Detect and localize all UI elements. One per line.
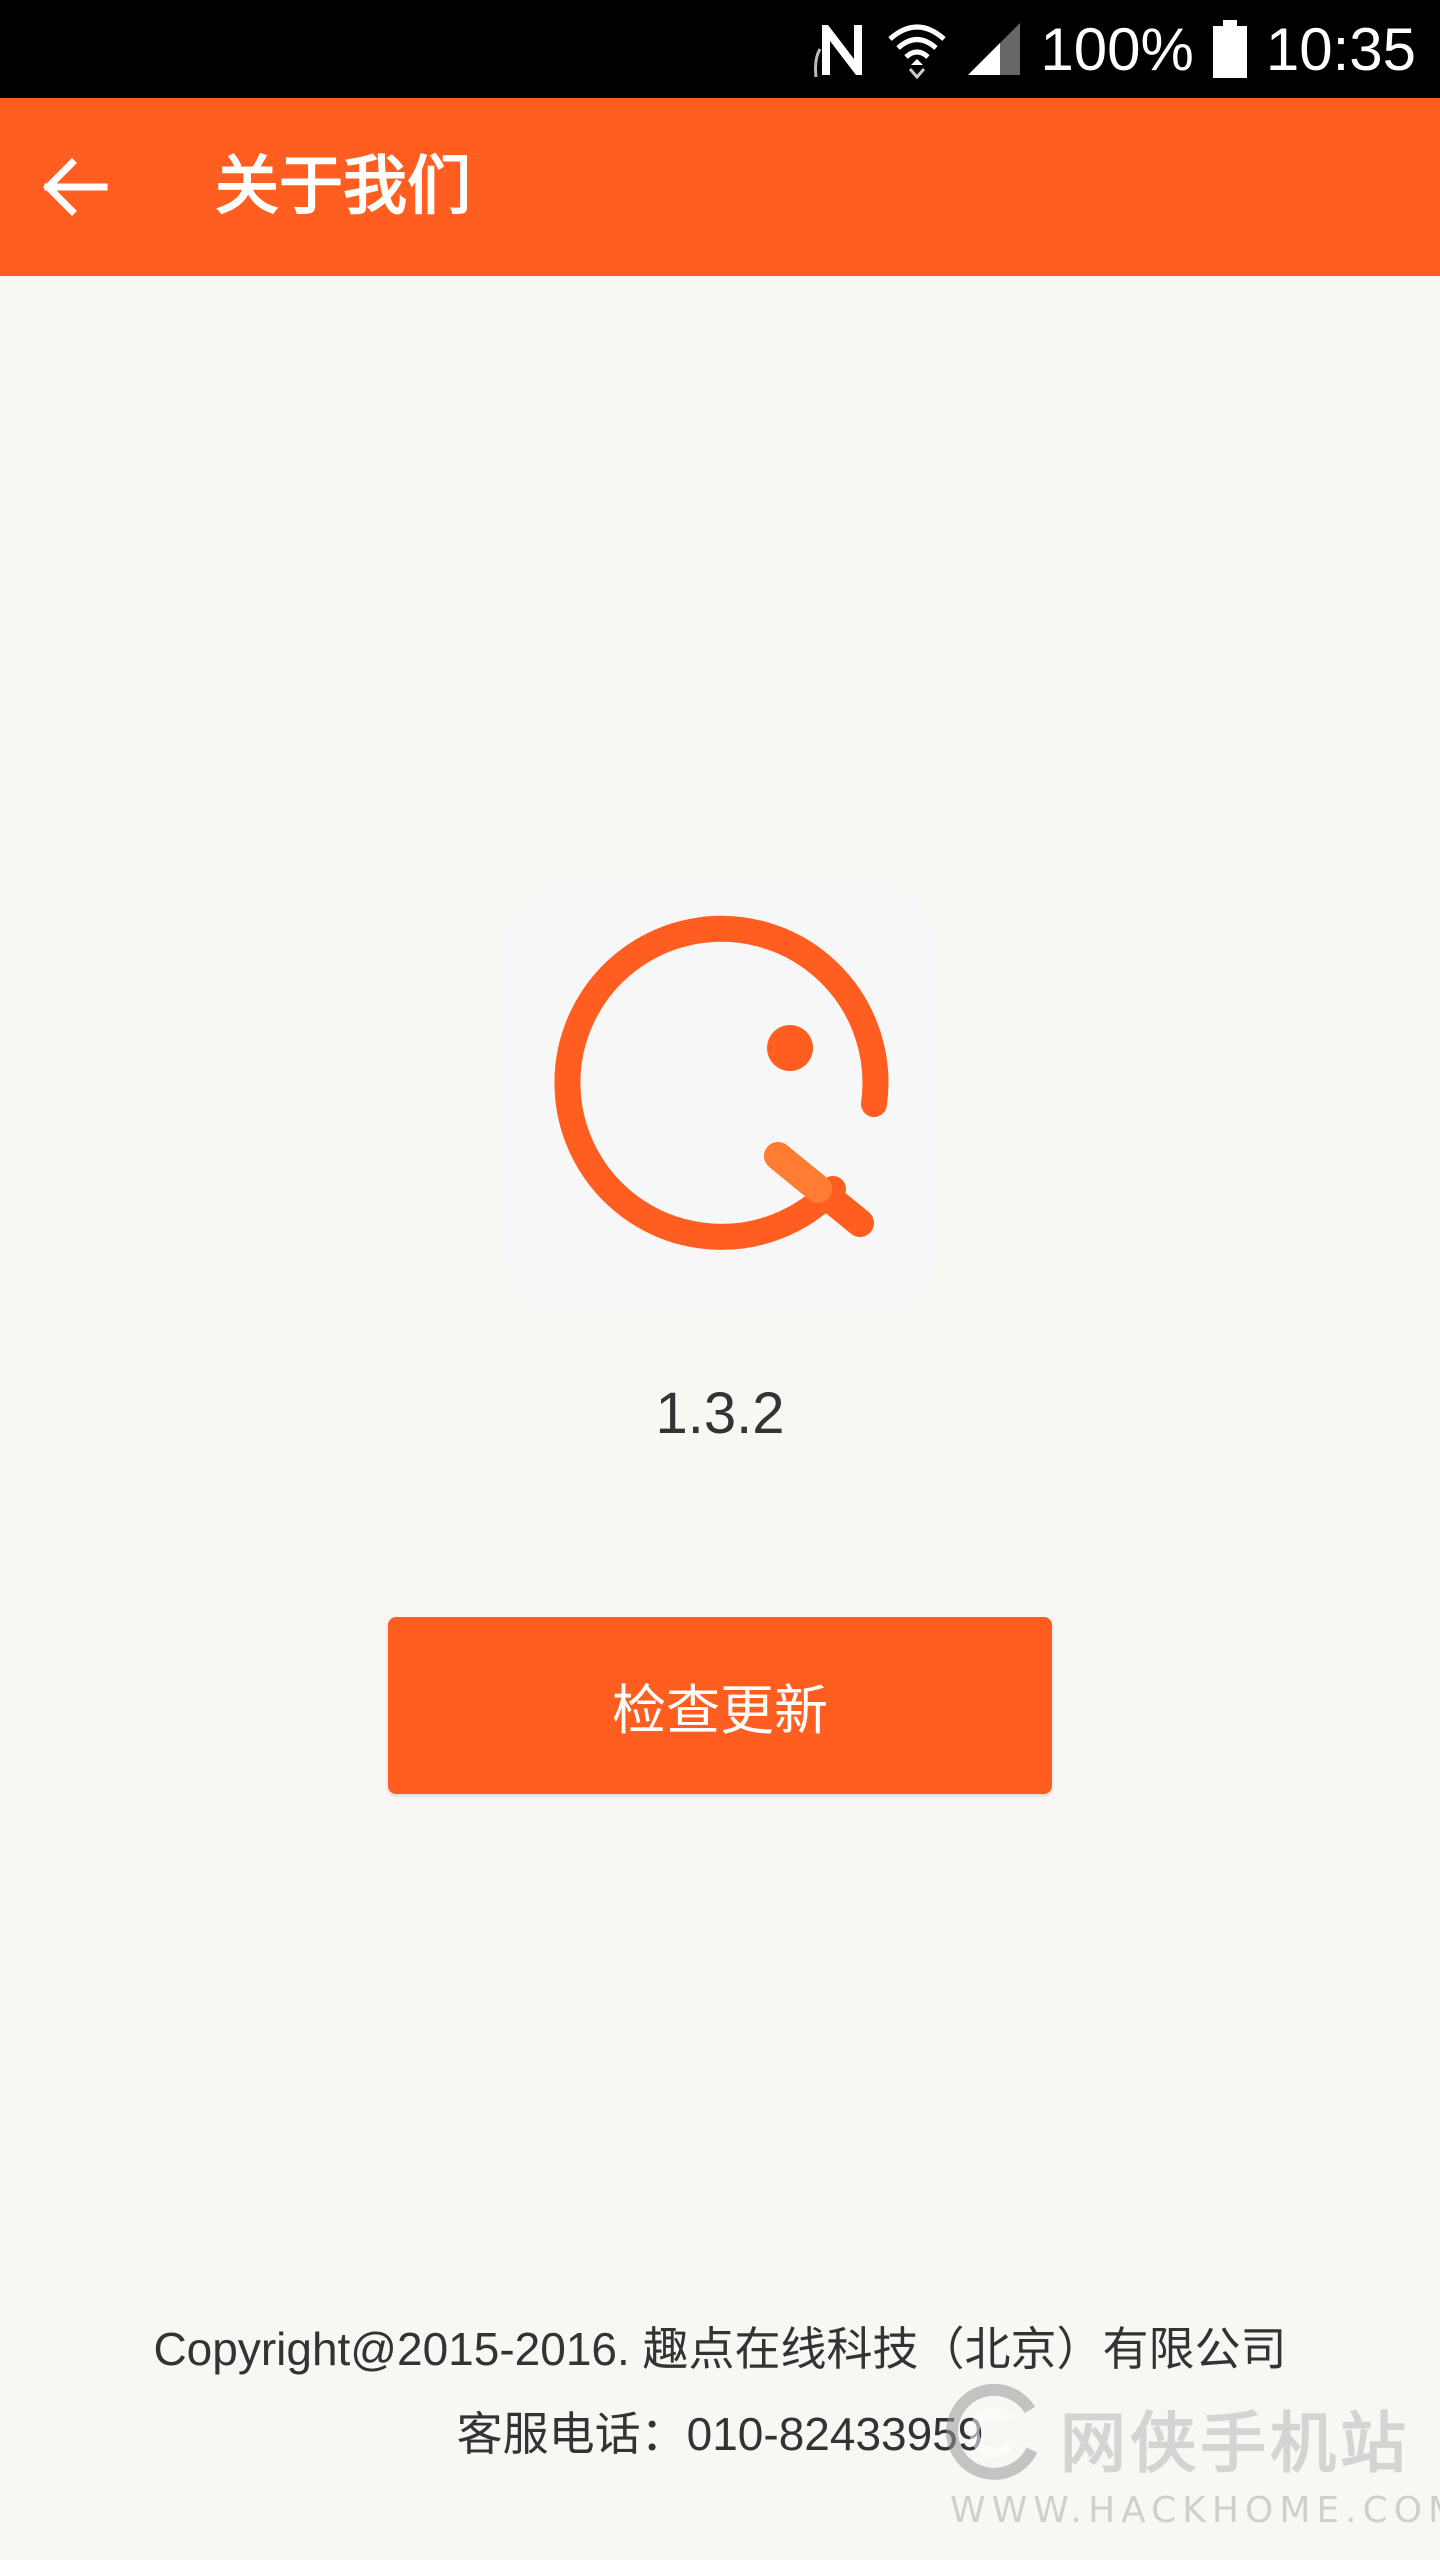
battery-percent: 100% [1040, 15, 1194, 83]
watermark-name: 网侠手机站 [1060, 2405, 1410, 2482]
hackhome-logo [946, 2383, 1038, 2480]
app-bar: 关于我们 [0, 98, 1440, 276]
nfc-icon [814, 19, 870, 79]
watermark: 网侠手机站 WWW.HACKHOME.COM [940, 2370, 1440, 2560]
page-title: 关于我们 [215, 150, 471, 224]
signal-icon [964, 19, 1024, 79]
back-button[interactable] [0, 98, 150, 276]
arrow-left-icon [43, 158, 108, 216]
clock: 10:35 [1265, 15, 1416, 83]
check-update-button[interactable]: 检查更新 [388, 1617, 1052, 1794]
battery-icon [1210, 18, 1250, 80]
watermark-url: WWW.HACKHOME.COM [950, 2490, 1440, 2531]
wifi-icon [886, 19, 948, 79]
status-bar: 100% 10:35 [0, 0, 1440, 98]
app-logo [500, 878, 940, 1318]
qudian-logo [554, 915, 889, 1250]
version-number: 1.3.2 [655, 1381, 785, 1446]
status-icons: 100% 10:35 [814, 0, 1416, 98]
